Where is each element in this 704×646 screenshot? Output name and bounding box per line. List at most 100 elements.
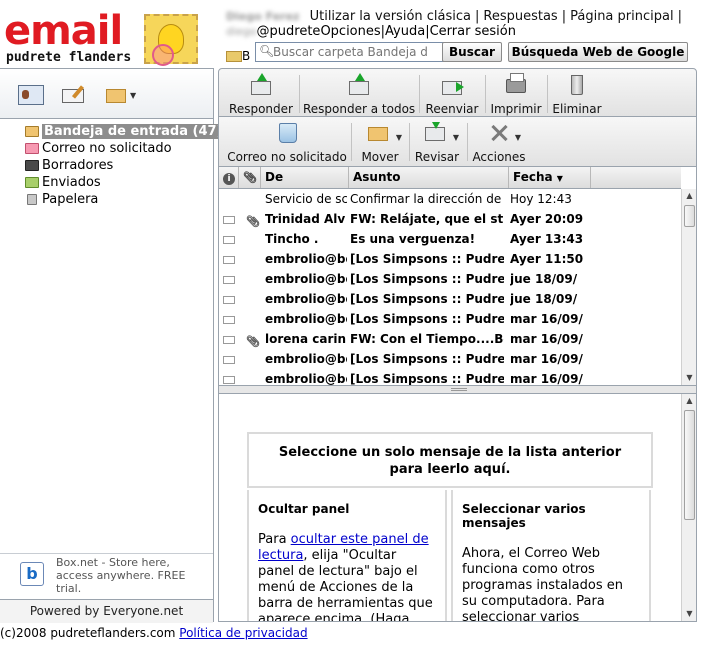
junk-button[interactable]: Correo no solicitado <box>227 119 347 165</box>
reply-icon <box>249 73 273 97</box>
boxnet-text: Box.net - Store here, access anywhere. F… <box>56 556 186 595</box>
review-button[interactable]: ▼ Revisar <box>413 119 461 165</box>
message-row[interactable]: embrolio@bo [Los Simpsons :: Pudret mar 16… <box>219 349 681 369</box>
search-field[interactable]: 🔍︎ <box>255 42 462 62</box>
compose-icon[interactable] <box>62 85 88 105</box>
column-date[interactable]: Fecha ▼ <box>509 167 591 188</box>
account-links: diego@pudreteOpciones|Ayuda|Cerrar sesió… <box>226 24 516 39</box>
powered-by: Powered by Everyone.net <box>0 599 213 623</box>
reply-button[interactable]: Responder <box>227 71 295 117</box>
reply-label: Responder <box>229 102 293 116</box>
scroll-thumb[interactable] <box>684 410 695 520</box>
attachment-column-header[interactable]: 📎︎ <box>239 167 261 188</box>
message-date: jue 18/09/ <box>510 292 578 306</box>
print-button[interactable]: Imprimir <box>489 71 543 117</box>
message-from: lorena carin <box>265 332 347 346</box>
folder-label: Enviados <box>42 175 101 190</box>
reply-all-button[interactable]: Responder a todos <box>303 71 415 117</box>
message-subject: [Los Simpsons :: Pudret <box>350 372 504 385</box>
list-scrollbar[interactable]: ▲ ▼ <box>681 189 696 385</box>
envelope-icon <box>223 336 235 344</box>
scroll-down-icon[interactable]: ▼ <box>682 371 696 385</box>
search-icon: 🔍︎ <box>259 44 275 58</box>
reply-all-icon <box>347 73 371 97</box>
logo-word: email <box>4 8 123 54</box>
actions-button[interactable]: ▼ Acciones <box>471 119 527 165</box>
message-subject: [Los Simpsons :: Pudret <box>350 252 504 266</box>
message-date: Ayer 20:09 <box>510 212 584 226</box>
folder-inbox[interactable]: Bandeja de entrada (47) <box>24 123 225 140</box>
tools-icon: ▼ <box>487 121 521 145</box>
message-subject: Es una verguenza! <box>350 232 476 246</box>
message-subject: FW: Relájate, que el stre <box>350 212 504 226</box>
envelope-icon <box>223 376 235 384</box>
link-answers[interactable]: Respuestas <box>483 9 557 24</box>
sort-down-icon: ▼ <box>556 174 563 183</box>
folder-spam[interactable]: Correo no solicitado <box>24 140 212 157</box>
folder-pane: ▼ Bandeja de entrada (47) Correo no soli… <box>0 68 225 623</box>
message-subject: [Los Simpsons :: Pudret <box>350 272 504 286</box>
folder-sent[interactable]: Enviados <box>24 174 212 191</box>
link-logout[interactable]: Cerrar sesión <box>430 24 516 39</box>
spam-folder-icon <box>25 143 39 154</box>
message-subject: [Los Simpsons :: Pudret <box>350 352 504 366</box>
message-date: mar 16/09/ <box>510 372 583 385</box>
message-row[interactable]: embrolio@bo [Los Simpsons :: Pudret jue 18… <box>219 269 681 289</box>
envelope-icon <box>223 276 235 284</box>
scroll-up-icon[interactable]: ▲ <box>682 189 696 203</box>
move-button[interactable]: ▼ Mover <box>357 119 403 165</box>
hide-panel-heading: Ocultar panel <box>258 502 350 516</box>
actions-label: Acciones <box>472 150 526 164</box>
message-toolbar: Responder Responder a todos Reenviar Imp… <box>218 68 697 117</box>
folder-trash[interactable]: Papelera <box>24 191 212 208</box>
move-folder-icon: ▼ <box>368 121 402 145</box>
multi-select-tip: Seleccionar varios mensajes Ahora, el Co… <box>451 490 651 622</box>
link-classic-version[interactable]: Utilizar la versión clásica <box>310 9 471 24</box>
column-from[interactable]: De <box>261 167 349 188</box>
delete-label: Eliminar <box>552 102 602 116</box>
boxnet-promo[interactable]: b Box.net - Store here, access anywhere.… <box>0 553 213 599</box>
message-row[interactable]: Tincho . Es una verguenza! Ayer 13:43 <box>219 229 681 249</box>
message-row[interactable]: 📎︎ lorena carin FW: Con el Tiempo....Bo mar… <box>219 329 681 349</box>
user-name: Diego Ferez <box>226 10 300 23</box>
message-row[interactable]: 📎︎ Trinidad Alv FW: Relájate, que el stre A… <box>219 209 681 229</box>
reading-scrollbar[interactable]: ▲ ▼ <box>681 394 696 621</box>
delete-button[interactable]: Eliminar <box>551 71 603 117</box>
message-subject: Confirmar la dirección de c <box>350 192 504 206</box>
contacts-icon[interactable] <box>18 85 44 105</box>
link-home[interactable]: Página principal <box>570 9 673 24</box>
link-options[interactable]: Opciones <box>320 24 380 39</box>
message-from: embrolio@bo <box>265 292 347 306</box>
search-button[interactable]: Buscar <box>442 42 502 62</box>
scroll-down-icon[interactable]: ▼ <box>682 607 696 621</box>
message-date: mar 16/09/ <box>510 332 583 346</box>
link-help[interactable]: Ayuda <box>385 24 425 39</box>
list-header: i 📎︎ De Asunto Fecha ▼ <box>219 167 681 189</box>
multi-select-text: Ahora, el Correo Web funciona como otros… <box>462 546 623 622</box>
message-row[interactable]: embrolio@bo [Los Simpsons :: Pudret mar 16… <box>219 309 681 329</box>
folder-label: Correo no solicitado <box>42 141 172 156</box>
privacy-link[interactable]: Política de privacidad <box>179 626 307 640</box>
message-date: jue 18/09/ <box>510 272 578 286</box>
folder-drafts[interactable]: Borradores <box>24 157 212 174</box>
folders-menu-icon[interactable]: ▼ <box>106 85 136 105</box>
scroll-up-icon[interactable]: ▲ <box>682 394 696 408</box>
sent-folder-icon <box>25 177 39 188</box>
message-row[interactable]: embrolio@bo [Los Simpsons :: Pudret mar 16… <box>219 369 681 385</box>
pane-splitter[interactable] <box>218 386 697 393</box>
forward-button[interactable]: Reenviar <box>423 71 481 117</box>
envelope-icon <box>223 356 235 364</box>
message-row[interactable]: embrolio@bo [Los Simpsons :: Pudret Ayer 1… <box>219 249 681 269</box>
message-row[interactable]: embrolio@bo [Los Simpsons :: Pudret jue 18… <box>219 289 681 309</box>
scroll-thumb[interactable] <box>684 205 695 227</box>
web-search-button[interactable]: Búsqueda Web de Google <box>508 42 688 62</box>
trash-folder-icon <box>27 194 37 205</box>
info-column-header[interactable]: i <box>219 167 239 188</box>
boxnet-logo: b <box>20 562 44 586</box>
user-email-prefix: diego <box>226 25 257 38</box>
column-subject[interactable]: Asunto <box>349 167 509 188</box>
copyright: (c)2008 pudreteflanders.com <box>0 626 176 640</box>
message-row[interactable]: Servicio de sc Confirmar la dirección de … <box>219 189 681 209</box>
envelope-icon <box>223 256 235 264</box>
search-input[interactable] <box>273 44 459 60</box>
